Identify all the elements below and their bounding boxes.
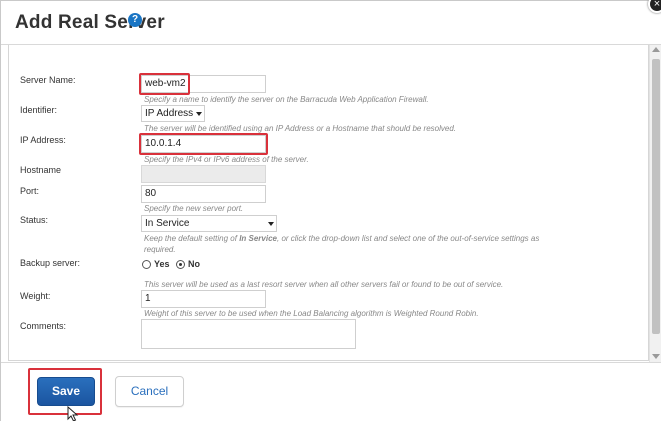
backup-server-yes-label[interactable]: Yes xyxy=(154,259,170,269)
ip-address-help: Specify the IPv4 or IPv6 address of the … xyxy=(144,155,309,164)
caret-down-icon xyxy=(268,222,274,226)
status-label: Status: xyxy=(20,215,49,225)
status-select[interactable]: In Service xyxy=(141,215,277,232)
ip-address-label: IP Address: xyxy=(20,135,66,145)
hostname-input xyxy=(141,165,266,183)
port-help: Specify the new server port. xyxy=(144,204,244,213)
backup-server-yes-radio[interactable] xyxy=(142,260,151,269)
identifier-select[interactable]: IP Address xyxy=(141,105,205,122)
port-label: Port: xyxy=(20,186,40,196)
backup-server-no-radio[interactable] xyxy=(176,260,185,269)
weight-help: Weight of this server to be used when th… xyxy=(144,309,479,318)
scroll-down-arrow-icon[interactable] xyxy=(652,354,660,359)
scrollbar-thumb[interactable] xyxy=(652,59,660,334)
hostname-label: Hostname xyxy=(20,165,62,175)
dialog-title: Add Real Server xyxy=(15,12,165,33)
backup-server-no-label[interactable]: No xyxy=(188,259,200,269)
port-input[interactable]: 80 xyxy=(141,185,266,203)
save-button[interactable]: Save xyxy=(37,377,95,406)
identifier-select-value: IP Address xyxy=(145,108,194,119)
vertical-scrollbar[interactable] xyxy=(649,45,661,362)
weight-label: Weight: xyxy=(20,291,51,301)
weight-input[interactable]: 1 xyxy=(141,290,266,308)
server-name-label: Server Name: xyxy=(20,75,76,85)
status-select-value: In Service xyxy=(145,218,190,229)
server-name-highlight xyxy=(139,73,190,95)
add-real-server-dialog: Add Real Server ? × Server Name: web-vm2… xyxy=(0,0,661,421)
comments-label: Comments: xyxy=(20,321,67,331)
status-help: Keep the default setting of In Service, … xyxy=(144,234,540,254)
server-name-help: Specify a name to identify the server on… xyxy=(144,95,429,104)
ip-address-highlight xyxy=(139,133,268,155)
cancel-button[interactable]: Cancel xyxy=(115,376,184,407)
backup-server-label: Backup server: xyxy=(20,258,81,268)
backup-server-help: This server will be used as a last resor… xyxy=(144,280,504,289)
caret-down-icon xyxy=(196,112,202,116)
scroll-up-arrow-icon[interactable] xyxy=(652,47,660,52)
dialog-title-bar: Add Real Server ? xyxy=(1,1,661,45)
identifier-label: Identifier: xyxy=(20,105,58,115)
comments-textarea[interactable] xyxy=(141,319,356,349)
help-icon[interactable]: ? xyxy=(128,13,142,27)
mouse-pointer-icon xyxy=(67,406,79,421)
